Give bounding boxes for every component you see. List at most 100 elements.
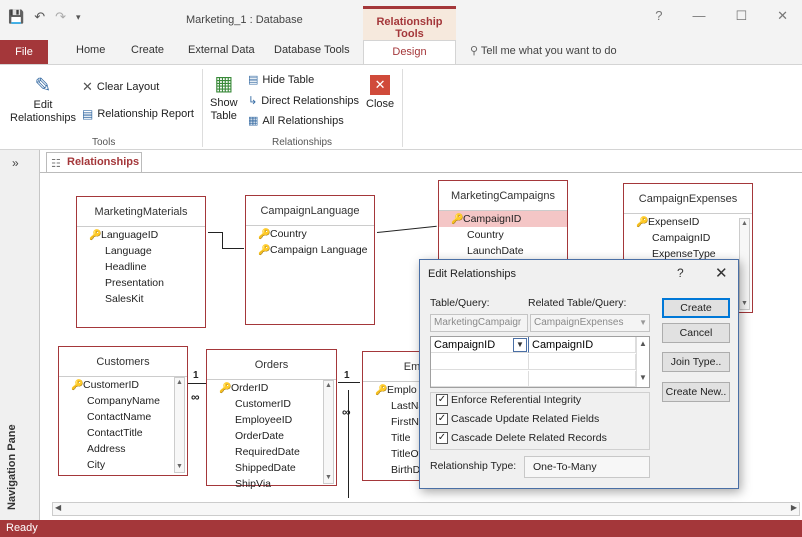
table-title[interactable]: Orders (207, 350, 336, 380)
tab-create[interactable]: Create (131, 44, 164, 56)
table-title[interactable]: CampaignLanguage (246, 196, 374, 226)
hide-table-button[interactable]: ▤ Hide Table (248, 73, 314, 87)
field-row[interactable]: 🔑OrderID (207, 380, 336, 396)
field-row[interactable]: ContactTitle (59, 425, 187, 441)
field-row[interactable]: CompanyName (59, 393, 187, 409)
tab-file[interactable]: File (0, 40, 48, 64)
tab-database-tools[interactable]: Database Tools (274, 44, 350, 56)
edit-relationships-button[interactable]: ✎ Edit Relationships (10, 73, 76, 124)
relationship-line[interactable] (222, 248, 244, 249)
field-row[interactable]: CustomerID (207, 396, 336, 412)
tab-design[interactable]: Design (363, 40, 456, 65)
close-icon[interactable]: ✕ (715, 264, 728, 282)
navigation-pane-label[interactable]: Navigation Pane (6, 424, 18, 510)
chevron-right-icon[interactable]: » (12, 156, 19, 170)
field-row[interactable]: 🔑ExpenseID (624, 214, 752, 230)
customize-qat-icon[interactable]: ▾ (76, 12, 81, 23)
table-marketing-materials[interactable]: MarketingMaterials 🔑LanguageID Language … (76, 196, 206, 328)
scroll-up-icon[interactable]: ▲ (740, 219, 749, 229)
all-relationships-button[interactable]: ▦ All Relationships (248, 114, 344, 128)
help-icon[interactable]: ? (677, 266, 684, 280)
field-row-selected[interactable]: 🔑CampaignID (439, 211, 567, 227)
field-row[interactable]: LaunchDate (439, 243, 567, 259)
show-table-button[interactable]: ▦ Show Table (210, 71, 238, 122)
field-row[interactable]: ShippedDate (207, 460, 336, 476)
cancel-button[interactable]: Cancel (662, 323, 730, 343)
scroll-left-icon[interactable]: ◀ (55, 503, 61, 512)
field-row[interactable]: 🔑LanguageID (77, 227, 205, 243)
tab-external-data[interactable]: External Data (188, 44, 255, 56)
scroll-up-icon[interactable]: ▲ (175, 378, 184, 388)
field-row[interactable]: OrderDate (207, 428, 336, 444)
relationship-line[interactable] (222, 232, 223, 248)
create-button[interactable]: Create (662, 298, 730, 318)
horizontal-scrollbar[interactable]: ◀ ▶ (52, 502, 800, 516)
table-campaign-language[interactable]: CampaignLanguage 🔑Country 🔑Campaign Lang… (245, 195, 375, 325)
relationship-line[interactable] (208, 232, 222, 233)
scroll-down-icon[interactable]: ▼ (740, 299, 749, 309)
table-scrollbar[interactable]: ▲ ▼ (174, 377, 185, 473)
field-row[interactable]: Language (77, 243, 205, 259)
field-row[interactable]: 🔑Country (246, 226, 374, 242)
empty-cell[interactable] (529, 371, 636, 387)
table-title[interactable]: CampaignExpenses (624, 184, 752, 214)
scroll-up-icon[interactable]: ▲ (324, 381, 333, 391)
tab-home[interactable]: Home (76, 44, 105, 56)
relationship-report-button[interactable]: ▤ Relationship Report (82, 107, 194, 121)
create-new-button[interactable]: Create New.. (662, 382, 730, 402)
join-type-button[interactable]: Join Type.. (662, 352, 730, 372)
relationship-line[interactable] (348, 390, 349, 498)
table-scrollbar[interactable]: ▲ ▼ (739, 218, 750, 310)
enforce-integrity-checkbox[interactable]: ✓ Enforce Referential Integrity (436, 394, 581, 406)
field-row[interactable]: ContactName (59, 409, 187, 425)
empty-cell[interactable] (529, 354, 636, 370)
cascade-delete-checkbox[interactable]: ✓ Cascade Delete Related Records (436, 432, 607, 444)
table-orders[interactable]: Orders 🔑OrderID CustomerID EmployeeID Or… (206, 349, 337, 490)
edit-relationships-dialog[interactable]: Edit Relationships ? ✕ Table/Query: Rela… (419, 259, 739, 489)
redo-icon[interactable]: ↷ (55, 9, 66, 25)
field-row[interactable]: Address (59, 441, 187, 457)
minimize-button[interactable]: — (692, 8, 705, 24)
undo-icon[interactable]: ↶ (34, 9, 45, 25)
field-row[interactable]: Presentation (77, 275, 205, 291)
relationship-line[interactable] (188, 383, 206, 384)
field-row[interactable]: 🔑Campaign Language (246, 242, 374, 258)
relationship-line[interactable] (376, 225, 437, 233)
field-row[interactable]: SalesKit (77, 291, 205, 307)
field-row[interactable]: City (59, 457, 187, 473)
table-title[interactable]: MarketingCampaigns (439, 181, 567, 211)
table-query-select[interactable]: MarketingCampaigr (430, 314, 528, 332)
right-field-cell[interactable]: CampaignID (529, 337, 636, 353)
maximize-button[interactable]: ☐ (735, 8, 747, 24)
help-icon[interactable]: ? (655, 8, 662, 24)
field-row[interactable]: CampaignID (624, 230, 752, 246)
relationship-line[interactable] (338, 382, 360, 383)
field-row[interactable]: RequiredDate (207, 444, 336, 460)
table-customers[interactable]: Customers 🔑CustomerID CompanyName Contac… (58, 346, 188, 476)
table-title[interactable]: Customers (59, 347, 187, 377)
scroll-right-icon[interactable]: ▶ (791, 503, 797, 512)
field-row[interactable]: EmployeeID (207, 412, 336, 428)
empty-cell[interactable] (431, 354, 529, 370)
close-relationships-button[interactable]: ✕ Close (366, 75, 394, 110)
table-marketing-campaigns[interactable]: MarketingCampaigns 🔑CampaignID Country L… (438, 180, 568, 260)
tab-relationships[interactable]: ☷ Relationships (46, 152, 142, 172)
chevron-down-icon[interactable]: ▼ (513, 338, 527, 352)
field-row[interactable]: Headline (77, 259, 205, 275)
table-title[interactable]: MarketingMaterials (77, 197, 205, 227)
field-mapping-grid[interactable]: CampaignID ▼ CampaignID ▲ ▼ (430, 336, 650, 388)
grid-scrollbar[interactable]: ▲ ▼ (636, 337, 650, 387)
scroll-down-icon[interactable]: ▼ (639, 373, 647, 382)
table-scrollbar[interactable]: ▲ ▼ (323, 380, 334, 484)
direct-relationships-button[interactable]: ↳ Direct Relationships (248, 94, 359, 108)
related-table-select[interactable]: CampaignExpenses ▼ (530, 314, 650, 332)
empty-cell[interactable] (431, 371, 529, 387)
scroll-up-icon[interactable]: ▲ (639, 339, 647, 348)
scroll-down-icon[interactable]: ▼ (324, 473, 333, 483)
scroll-down-icon[interactable]: ▼ (175, 462, 184, 472)
tell-me-search[interactable]: ⚲ Tell me what you want to do (470, 44, 617, 57)
field-row[interactable]: ShipVia (207, 476, 336, 492)
clear-layout-button[interactable]: ✕ Clear Layout (82, 79, 159, 95)
close-window-button[interactable]: ✕ (777, 8, 788, 24)
field-row[interactable]: Country (439, 227, 567, 243)
